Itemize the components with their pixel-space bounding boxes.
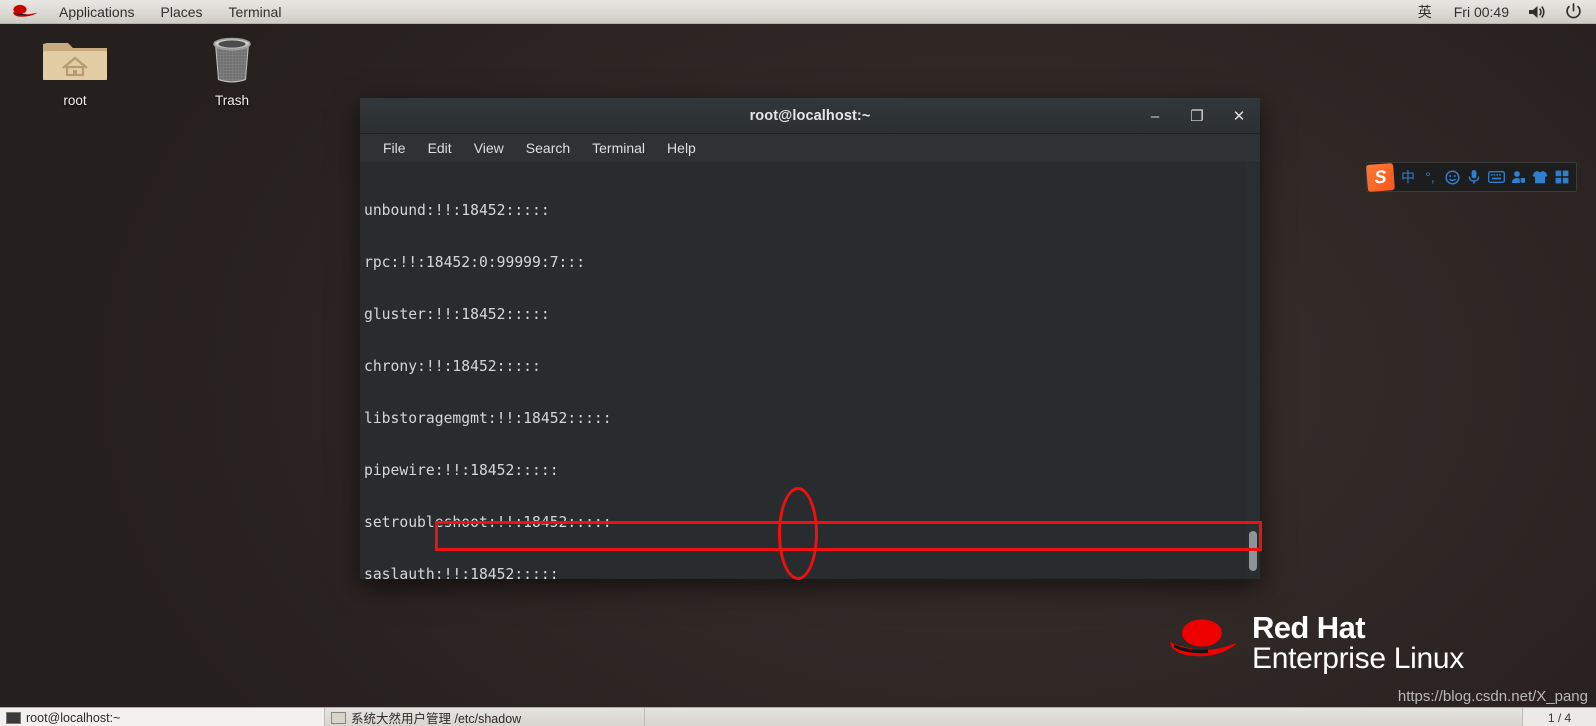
terminal-line: unbound:!!:18452::::: [364, 201, 550, 219]
terminal-output[interactable]: unbound:!!:18452::::: rpc:!!:18452:0:999… [360, 163, 1246, 579]
watermark-url: https://blog.csdn.net/X_pang [1397, 688, 1588, 705]
taskbar-terminal-label: root@localhost:~ [26, 710, 121, 725]
microphone-icon[interactable] [1463, 164, 1485, 190]
taskbar-other-window-label: 系统大然用户管理 /etc/shadow [351, 712, 522, 726]
terminal-line: saslauth:!!:18452::::: [364, 565, 559, 579]
close-button[interactable]: ✕ [1218, 98, 1260, 134]
terminal-line: gluster:!!:18452::::: [364, 305, 550, 323]
menu-search[interactable]: Search [515, 134, 581, 162]
terminal-window[interactable]: root@localhost:~ ‒ ❐ ✕ File Edit View Se… [360, 98, 1260, 579]
volume-icon[interactable] [1519, 4, 1556, 20]
menu-file[interactable]: File [372, 134, 417, 162]
panel-menu-terminal[interactable]: Terminal [216, 0, 295, 23]
terminal-line: chrony:!!:18452::::: [364, 357, 541, 375]
minimize-button[interactable]: ‒ [1134, 98, 1176, 134]
terminal-title: root@localhost:~ [749, 107, 871, 124]
redhat-fedora-logo-icon [1168, 617, 1238, 670]
taskbar-other-window[interactable]: 系统大然用户管理 /etc/shadow [325, 708, 645, 726]
skin-theme-icon[interactable] [1529, 164, 1551, 190]
desktop-icon-root[interactable]: root [29, 32, 121, 108]
terminal-mini-icon [6, 711, 21, 724]
terminal-line: rpc:!!:18452:0:99999:7::: [364, 253, 586, 271]
rhel-brand-line2: Enterprise Linux [1252, 641, 1464, 675]
sogou-ime-toolbar[interactable]: S 中 °, [1366, 162, 1577, 192]
terminal-menubar: File Edit View Search Terminal Help [360, 134, 1260, 163]
user-account-icon[interactable] [1507, 164, 1529, 190]
panel-clock[interactable]: Fri 00:49 [1444, 4, 1519, 20]
workspace-pager[interactable]: 1 / 4 [1522, 708, 1596, 726]
terminal-body[interactable]: unbound:!!:18452::::: rpc:!!:18452:0:999… [360, 163, 1260, 579]
panel-menu-places[interactable]: Places [148, 0, 216, 23]
terminal-line: libstoragemgmt:!!:18452::::: [364, 409, 612, 427]
trash-can-icon [186, 32, 278, 88]
menu-help[interactable]: Help [656, 134, 707, 162]
punctuation-toggle[interactable]: °, [1419, 164, 1441, 190]
terminal-line: pipewire:!!:18452::::: [364, 461, 559, 479]
terminal-line: setroubleshoot:!!:18452::::: [364, 513, 612, 531]
chinese-mode-toggle[interactable]: 中 [1397, 164, 1419, 190]
sogou-logo-icon[interactable]: S [1366, 162, 1395, 192]
menu-edit[interactable]: Edit [417, 134, 463, 162]
top-panel: Applications Places Terminal 英 Fri 00:49 [0, 0, 1596, 24]
terminal-scrollbar[interactable] [1246, 163, 1260, 579]
panel-menu-applications[interactable]: Applications [46, 0, 148, 23]
panel-input-method-indicator[interactable]: 英 [1406, 2, 1444, 22]
power-icon[interactable] [1556, 3, 1596, 20]
bottom-taskbar: root@localhost:~ 系统大然用户管理 /etc/shadow 1 … [0, 707, 1596, 726]
menu-terminal[interactable]: Terminal [581, 134, 656, 162]
maximize-button[interactable]: ❐ [1176, 98, 1218, 134]
emoji-icon[interactable] [1441, 164, 1463, 190]
soft-keyboard-icon[interactable] [1485, 164, 1507, 190]
menu-view[interactable]: View [463, 134, 515, 162]
home-folder-icon [29, 32, 121, 88]
taskbar-terminal[interactable]: root@localhost:~ [0, 708, 325, 726]
desktop-icon-trash[interactable]: Trash [186, 32, 278, 108]
terminal-titlebar[interactable]: root@localhost:~ ‒ ❐ ✕ [360, 98, 1260, 134]
redhat-logo-icon[interactable] [0, 0, 46, 23]
editor-mini-icon [331, 711, 346, 724]
scrollbar-thumb[interactable] [1249, 531, 1257, 571]
desktop-icon-root-label: root [63, 93, 87, 108]
desktop-icon-trash-label: Trash [214, 93, 249, 108]
toolbox-icon[interactable] [1551, 164, 1573, 190]
rhel-brand-line1: Red Hat [1252, 610, 1366, 645]
window-controls: ‒ ❐ ✕ [1134, 98, 1260, 134]
rhel-branding: Red Hat Enterprise Linux [1168, 612, 1464, 674]
